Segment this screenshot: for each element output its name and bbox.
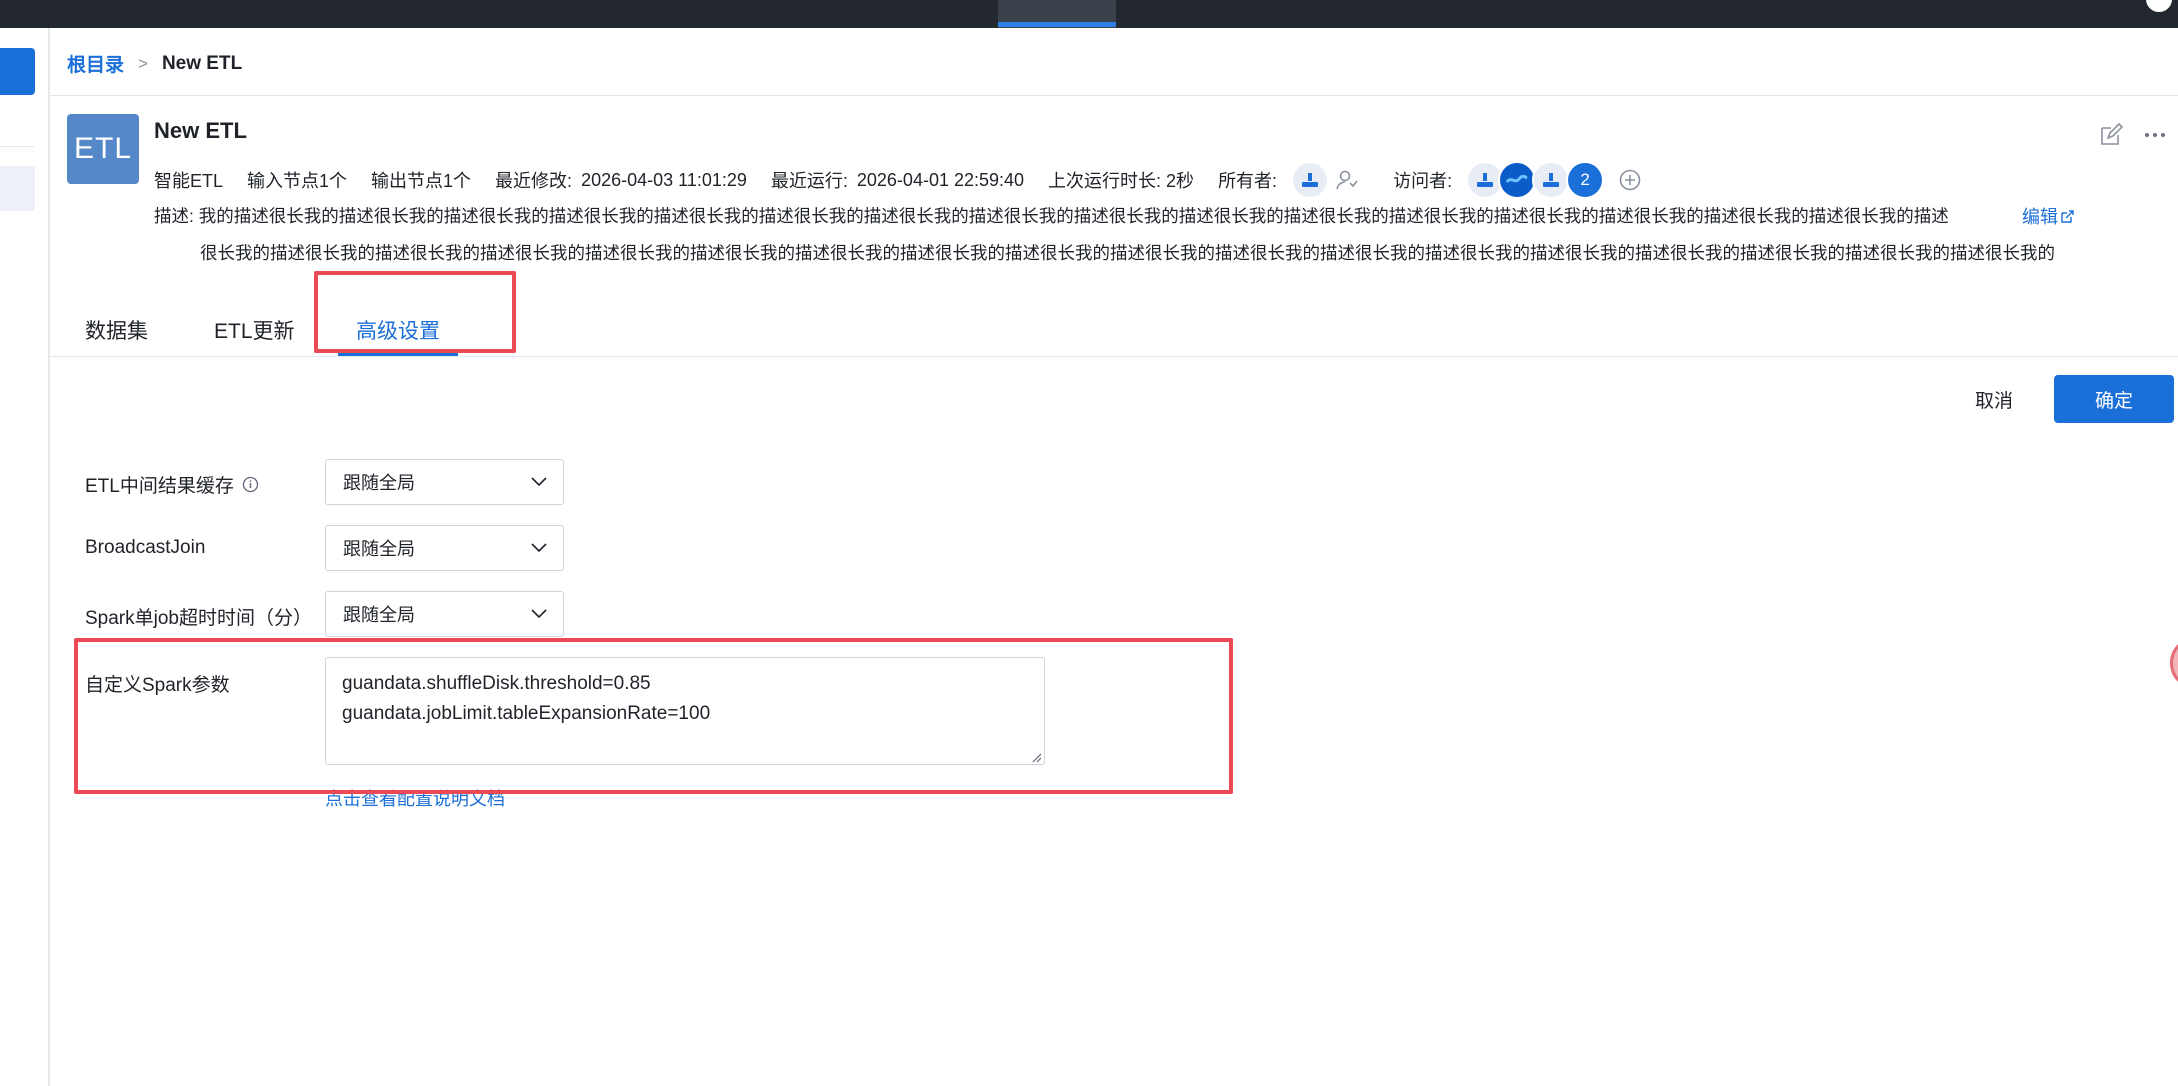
- modified-time: 2026-04-03 11:01:29: [581, 169, 747, 190]
- more-options-icon[interactable]: [2140, 122, 2170, 148]
- spark-timeout-select[interactable]: 跟随全局: [325, 591, 564, 637]
- add-owner-icon[interactable]: [1335, 168, 1359, 192]
- last-run-label: 最近运行:: [770, 171, 848, 191]
- broadcast-join-value: 跟随全局: [343, 539, 415, 559]
- spark-timeout-value: 跟随全局: [343, 605, 415, 625]
- sidebar-active-item[interactable]: [0, 166, 35, 211]
- page-title: New ETL: [154, 118, 247, 143]
- cache-setting-label: ETL中间结果缓存: [85, 471, 259, 498]
- wave-icon: [1505, 174, 1528, 183]
- visitor-avatar-2[interactable]: [1498, 161, 1537, 199]
- last-run-duration: 上次运行时长: 2秒: [1048, 171, 1195, 191]
- output-node-count: 输出节点1个: [371, 171, 472, 191]
- etl-meta-row: 智能ETL 输入节点1个 输出节点1个 最近修改: 2026-04-03 11:…: [154, 161, 1642, 199]
- edit-description-link[interactable]: 编辑: [2022, 203, 2075, 229]
- info-icon[interactable]: [242, 476, 259, 493]
- sidebar-divider: [0, 146, 34, 147]
- edit-icon[interactable]: [2098, 122, 2124, 148]
- spark-timeout-label: Spark单job超时时间（分）: [85, 603, 312, 630]
- tabs-divider: [50, 356, 2178, 357]
- visitor-avatar-3-icon: [1543, 173, 1560, 187]
- broadcast-join-select[interactable]: 跟随全局: [325, 525, 564, 571]
- top-bar-active-indicator: [998, 22, 1116, 27]
- visitor-label: 访问者:: [1393, 171, 1453, 191]
- tab-dataset[interactable]: 数据集: [85, 315, 148, 345]
- input-node-count: 输入节点1个: [247, 171, 348, 191]
- spark-timeout-label-text: Spark单job超时时间（分）: [85, 608, 312, 629]
- cancel-button[interactable]: 取消: [1960, 374, 2028, 424]
- modified-label: 最近修改:: [495, 171, 573, 191]
- header-divider: [50, 95, 2178, 96]
- cache-setting-value: 跟随全局: [343, 473, 415, 493]
- breadcrumb-root-link[interactable]: 根目录: [67, 50, 124, 77]
- visitor-avatar-3[interactable]: [1532, 161, 1571, 199]
- breadcrumb-current: New ETL: [161, 52, 243, 74]
- chevron-down-icon: [531, 477, 547, 487]
- custom-params-annotation-box: [74, 638, 1233, 794]
- broadcast-join-label-text: BroadcastJoin: [85, 537, 206, 558]
- broadcast-join-label: BroadcastJoin: [85, 537, 205, 559]
- owner-avatar[interactable]: [1293, 163, 1328, 197]
- last-run-time: 2026-04-01 22:59:40: [856, 169, 1025, 190]
- add-visitor-icon[interactable]: [1618, 168, 1642, 192]
- cache-setting-label-text: ETL中间结果缓存: [85, 476, 234, 497]
- chevron-down-icon: [531, 543, 547, 553]
- chevron-down-icon: [531, 609, 547, 619]
- breadcrumb-separator: >: [138, 53, 148, 73]
- description-line-1: 描述: 我的描述很长我的描述很长我的描述很长我的描述很长我的描述很长我的描述很长…: [154, 206, 1949, 226]
- visitor-more-count[interactable]: 2: [1566, 161, 1605, 199]
- tab-annotation-box: [314, 271, 516, 353]
- owner-avatar-icon: [1302, 173, 1319, 187]
- etl-logo: ETL: [67, 114, 139, 184]
- visitor-avatar-1[interactable]: [1468, 163, 1503, 197]
- edit-description-label: 编辑: [2022, 207, 2058, 227]
- sidebar-primary-button[interactable]: [0, 48, 35, 95]
- floating-helper-button[interactable]: [2170, 638, 2178, 688]
- description-line-2: 很长我的描述很长我的描述很长我的描述很长我的描述很长我的描述很长我的描述很长我的…: [200, 243, 2055, 263]
- breadcrumb: 根目录 > New ETL: [67, 50, 242, 77]
- external-edit-icon: [2061, 210, 2074, 223]
- cache-setting-select[interactable]: 跟随全局: [325, 459, 564, 505]
- etl-type: 智能ETL: [154, 171, 224, 191]
- owner-label: 所有者:: [1218, 171, 1278, 191]
- tab-etl-update[interactable]: ETL更新: [214, 315, 295, 345]
- visitor-avatar-1-icon: [1477, 173, 1494, 187]
- confirm-button[interactable]: 确定: [2054, 375, 2174, 423]
